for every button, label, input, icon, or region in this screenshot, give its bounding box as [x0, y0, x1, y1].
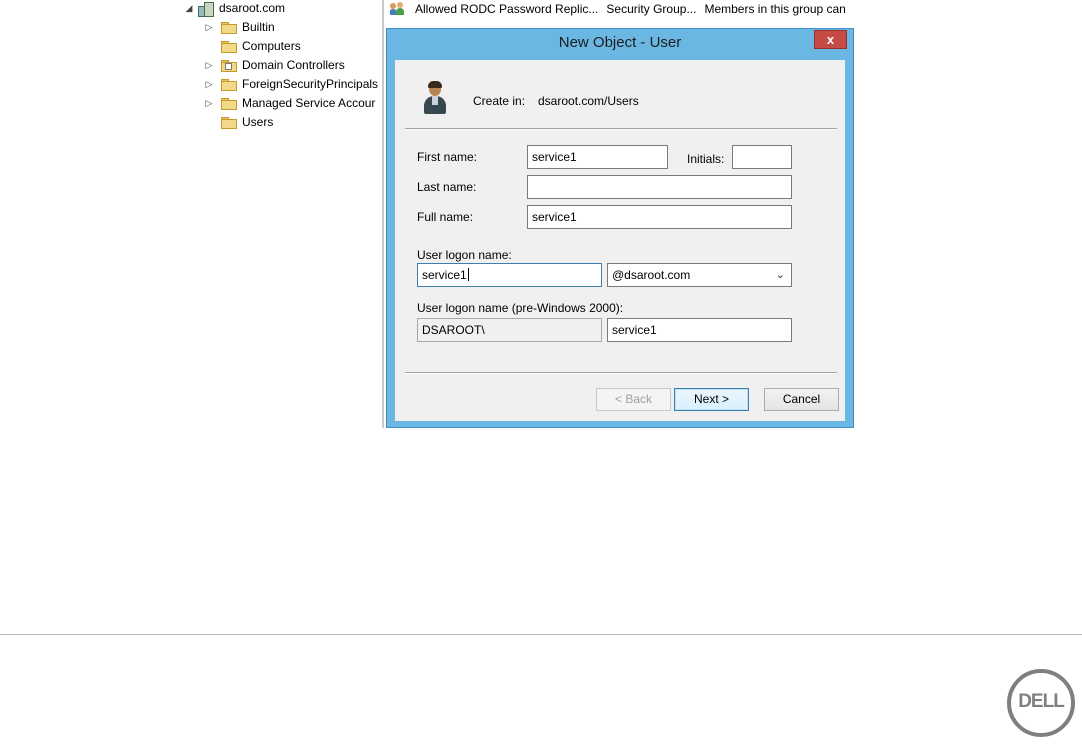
domain-icon — [198, 1, 214, 17]
logon-name-field[interactable]: service1 — [417, 263, 602, 287]
security-group-icon — [390, 2, 407, 15]
list-row[interactable]: Allowed RODC Password Replic... Security … — [390, 0, 855, 18]
full-name-field[interactable]: service1 — [527, 205, 792, 229]
expand-arrow-icon[interactable]: ▷ — [204, 57, 214, 74]
tree-node-label: Users — [242, 115, 274, 129]
console-tree: ◢ dsaroot.com ▷ Builtin Computers ▷ Doma… — [184, 0, 379, 130]
folder-icon — [221, 79, 237, 91]
upn-suffix-value: @dsaroot.com — [612, 268, 691, 282]
next-button[interactable]: Next > — [674, 388, 749, 411]
expand-arrow-icon[interactable]: ▷ — [204, 76, 214, 93]
pre2000-label: User logon name (pre-Windows 2000): — [417, 301, 624, 315]
text-caret — [467, 268, 469, 281]
tree-node-label: Managed Service Accour — [242, 96, 376, 110]
initials-label: Initials: — [687, 152, 725, 166]
close-button[interactable]: x — [814, 30, 847, 49]
dialog-title: New Object - User — [558, 34, 682, 51]
logon-name-value: service1 — [422, 268, 467, 282]
separator — [405, 372, 837, 374]
last-name-label: Last name: — [417, 180, 477, 194]
list-cell-name: Allowed RODC Password Replic... — [415, 2, 599, 16]
create-in-label: Create in: — [473, 94, 526, 108]
new-object-user-dialog: New Object - User x Create in: dsaroot.c… — [386, 28, 854, 428]
expand-arrow-icon[interactable]: ▷ — [204, 19, 214, 36]
first-name-field[interactable]: service1 — [527, 145, 668, 169]
list-cell-type: Security Group... — [606, 2, 697, 16]
user-icon — [423, 81, 447, 116]
ou-folder-icon — [221, 60, 237, 72]
upn-suffix-dropdown[interactable]: @dsaroot.com ⌄ — [607, 263, 792, 287]
logon-name-label: User logon name: — [417, 248, 512, 262]
dell-logo-text: DELL — [1018, 691, 1065, 712]
dialog-client-area: Create in: dsaroot.com/Users First name:… — [395, 60, 845, 421]
create-in-path: dsaroot.com/Users — [538, 94, 639, 108]
tree-toggle-spacer — [204, 114, 214, 131]
expand-arrow-icon[interactable]: ▷ — [204, 95, 214, 112]
pre2000-logon-field[interactable]: service1 — [607, 318, 792, 342]
tree-node-label: ForeignSecurityPrincipals — [242, 77, 379, 91]
folder-icon — [221, 41, 237, 53]
dell-logo-icon: DELL — [1007, 669, 1075, 737]
tree-node-label: Builtin — [242, 20, 275, 34]
full-name-label: Full name: — [417, 210, 474, 224]
back-button[interactable]: < Back — [596, 388, 671, 411]
dialog-title-bar[interactable]: New Object - User x — [387, 29, 853, 59]
footer-divider — [0, 634, 1082, 635]
pane-splitter[interactable] — [382, 0, 384, 428]
tree-node-label: dsaroot.com — [219, 1, 286, 15]
tree-node-label: Domain Controllers — [242, 58, 345, 72]
chevron-down-icon: ⌄ — [775, 269, 785, 281]
folder-icon — [221, 22, 237, 34]
list-cell-description: Members in this group can — [704, 2, 846, 16]
tree-node-label: Computers — [242, 39, 301, 53]
initials-field[interactable] — [732, 145, 792, 169]
separator — [405, 128, 837, 130]
folder-icon — [221, 117, 237, 129]
collapse-arrow-icon[interactable]: ◢ — [184, 0, 194, 17]
tree-toggle-spacer — [204, 38, 214, 55]
first-name-label: First name: — [417, 150, 478, 164]
folder-icon — [221, 98, 237, 110]
last-name-field[interactable] — [527, 175, 792, 199]
pre2000-domain-field: DSAROOT\ — [417, 318, 602, 342]
cancel-button[interactable]: Cancel — [764, 388, 839, 411]
